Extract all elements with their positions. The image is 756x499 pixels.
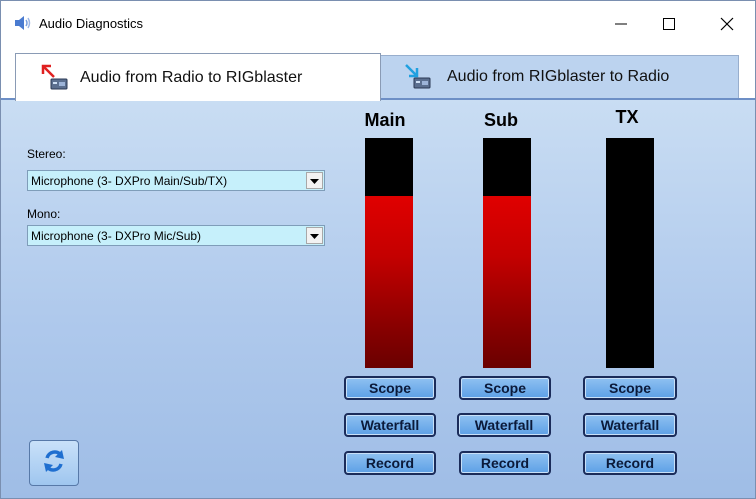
audio-diagnostics-window: Audio Diagnostics Audio from Radio to RI… [0, 0, 756, 499]
meter-title-tx: TX [615, 107, 639, 127]
tab-radio-to-rigblaster[interactable]: Audio from Radio to RIGblaster [15, 53, 381, 101]
record-button-main[interactable]: Record [344, 451, 436, 475]
speaker-icon [13, 15, 33, 31]
radio-input-icon [40, 63, 70, 93]
close-icon [720, 17, 734, 31]
title-bar: Audio Diagnostics [1, 1, 755, 45]
tab-panel: Stereo: Microphone (3- DXPro Main/Sub/TX… [1, 98, 755, 498]
radio-output-icon [403, 62, 433, 92]
level-meter-tx [606, 138, 654, 368]
stereo-label: Stereo: [27, 147, 66, 161]
minimize-button[interactable] [601, 9, 641, 39]
meter-fill [483, 195, 531, 368]
record-button-tx[interactable]: Record [583, 451, 677, 475]
waterfall-button-sub[interactable]: Waterfall [457, 413, 551, 437]
mono-label: Mono: [27, 207, 61, 221]
stereo-device-value: Microphone (3- DXPro Main/Sub/TX) [31, 174, 228, 188]
tab-rigblaster-to-radio[interactable]: Audio from RIGblaster to Radio [381, 55, 739, 98]
chevron-down-icon [310, 174, 319, 188]
dropdown-button[interactable] [306, 172, 323, 189]
level-meter-sub [483, 138, 531, 368]
mono-device-select[interactable]: Microphone (3- DXPro Mic/Sub) [27, 225, 325, 246]
close-button[interactable] [707, 9, 747, 39]
waterfall-button-tx[interactable]: Waterfall [583, 413, 677, 437]
meter-fill [365, 195, 413, 368]
maximize-button[interactable] [649, 9, 689, 39]
window-title: Audio Diagnostics [39, 16, 144, 31]
stereo-device-select[interactable]: Microphone (3- DXPro Main/Sub/TX) [27, 170, 325, 191]
level-meter-main [365, 138, 413, 368]
maximize-icon [662, 17, 676, 31]
scope-button-tx[interactable]: Scope [583, 376, 677, 400]
scope-button-main[interactable]: Scope [344, 376, 436, 400]
scope-button-sub[interactable]: Scope [459, 376, 551, 400]
meter-title-sub: Sub [484, 110, 518, 130]
waterfall-button-main[interactable]: Waterfall [344, 413, 436, 437]
tab-label: Audio from RIGblaster to Radio [447, 68, 670, 85]
minimize-icon [614, 17, 628, 31]
tab-label: Audio from Radio to RIGblaster [80, 68, 303, 86]
record-button-sub[interactable]: Record [459, 451, 551, 475]
meter-title-main: Main [364, 110, 406, 130]
dropdown-button[interactable] [306, 227, 323, 244]
refresh-icon [39, 446, 69, 481]
refresh-button[interactable] [29, 440, 79, 486]
mono-device-value: Microphone (3- DXPro Mic/Sub) [31, 229, 202, 243]
chevron-down-icon [310, 229, 319, 243]
